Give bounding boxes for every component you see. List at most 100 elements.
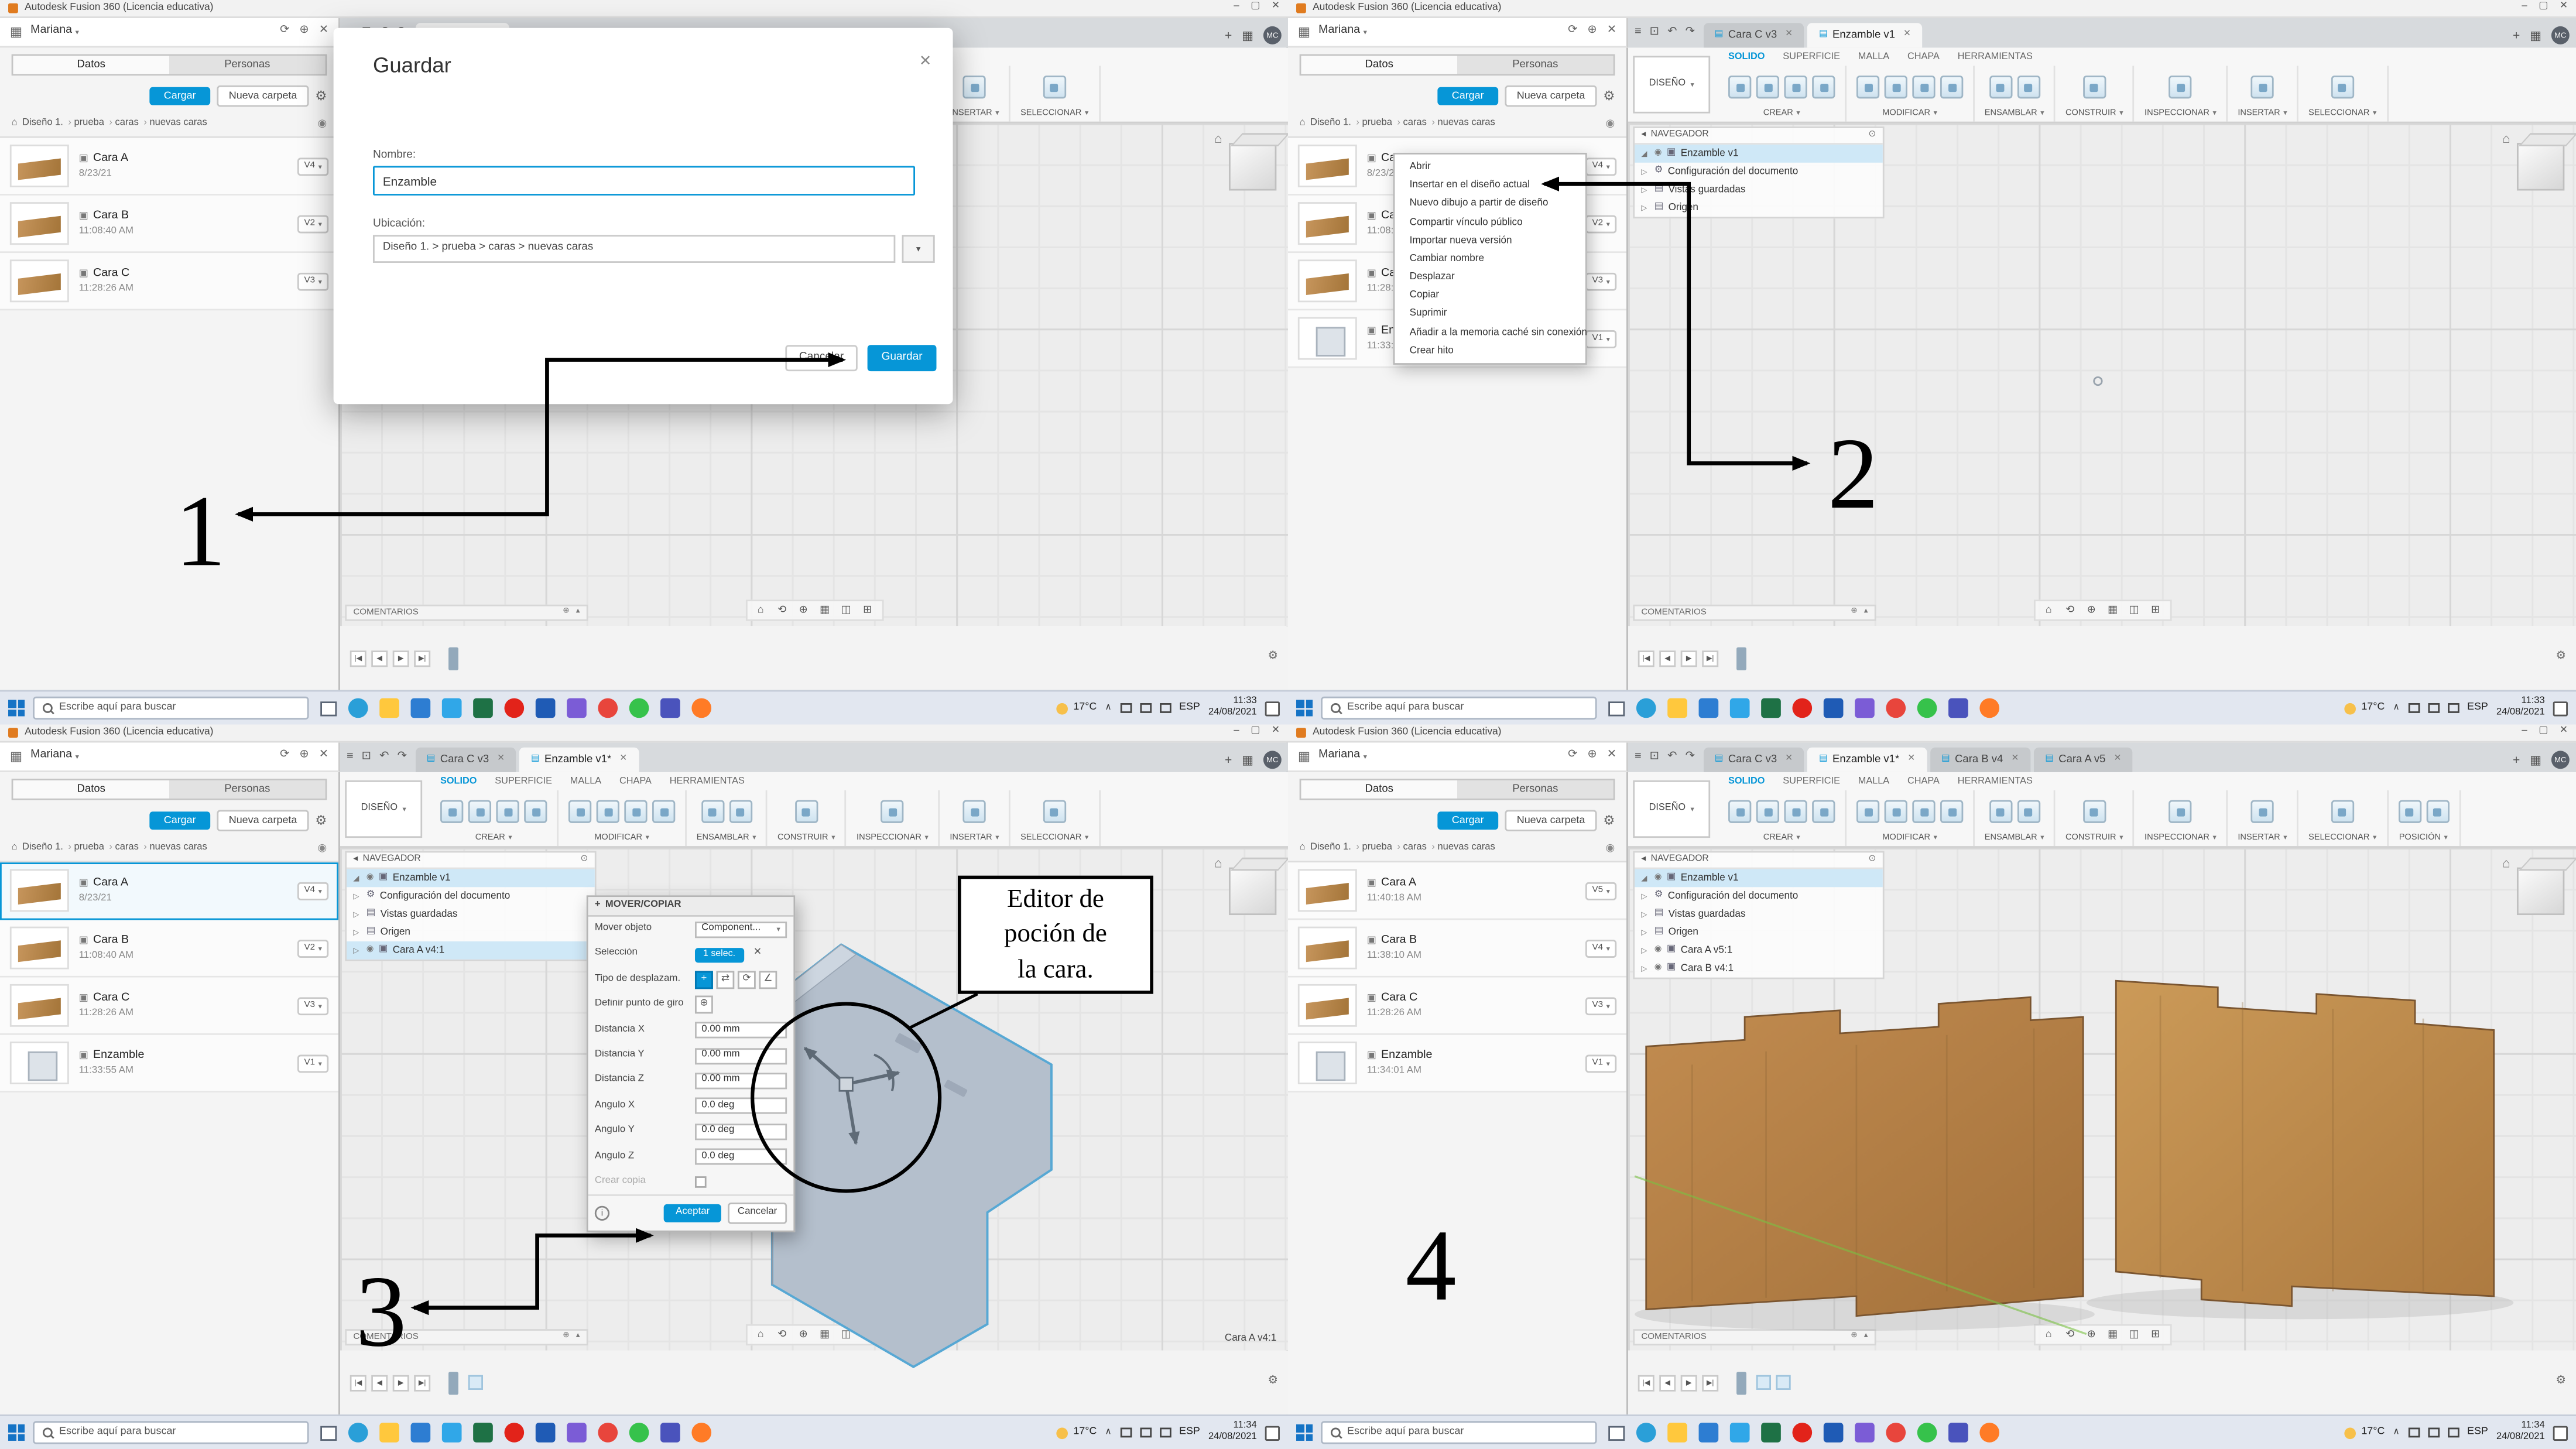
taskbar-app-icon[interactable] xyxy=(1979,1423,1999,1443)
playback-button[interactable]: ▶ xyxy=(393,1374,409,1390)
tool-group-label[interactable]: INSERTAR▾ xyxy=(2238,833,2287,844)
ribbon-tab[interactable]: SUPERFICIE xyxy=(1783,53,1840,64)
tool-group-label[interactable]: INSERTAR▾ xyxy=(2238,108,2287,120)
value-input[interactable]: 0.0 deg xyxy=(695,1149,787,1165)
user-menu[interactable]: Mariana ▾ xyxy=(30,749,79,763)
tool-icon[interactable] xyxy=(597,801,619,824)
search-icon[interactable]: ⊕ xyxy=(1587,749,1597,763)
comment-add-icon[interactable]: ⊕ xyxy=(563,1332,569,1342)
tool-icon[interactable] xyxy=(701,801,724,824)
minimize-button[interactable]: – xyxy=(1234,727,1239,738)
visibility-eye-icon[interactable]: ◉ xyxy=(1654,946,1662,955)
navigator-row[interactable]: ▷ ▤ Vistas guardadas xyxy=(1635,905,1883,923)
tool-icon[interactable] xyxy=(1885,76,1907,99)
tool-icon[interactable] xyxy=(2083,801,2106,824)
tool-icon[interactable] xyxy=(1756,76,1779,99)
timeline-marker[interactable] xyxy=(448,646,458,669)
close-button[interactable]: ✕ xyxy=(2560,727,2568,738)
ribbon-tab[interactable]: SUPERFICIE xyxy=(1783,777,1840,789)
taskbar-clock[interactable]: 11:33 24/08/2021 xyxy=(1208,697,1257,719)
value-input[interactable]: 0.00 mm xyxy=(695,1047,787,1064)
comments-bar[interactable]: COMENTARIOS ⊕ ▴ xyxy=(1633,1329,1876,1345)
taskbar-app-icon[interactable] xyxy=(1699,1423,1719,1443)
playback-button[interactable]: ▶ xyxy=(393,650,409,666)
expand-caret-icon[interactable]: ▷ xyxy=(1641,203,1649,212)
taskbar-app-icon[interactable] xyxy=(1855,1423,1875,1443)
save-button[interactable]: Guardar xyxy=(868,345,937,371)
playback-button[interactable]: ▶ xyxy=(1681,1374,1697,1390)
taskbar-app-icon[interactable] xyxy=(348,698,368,718)
tool-icon[interactable] xyxy=(1728,76,1751,99)
tab-close-icon[interactable]: ✕ xyxy=(1785,755,1793,766)
navigator-row[interactable]: ◢ ◉ ▣ Enzamble v1 xyxy=(1635,869,1883,887)
tool-group-label[interactable]: CONSTRUIR▾ xyxy=(2065,833,2123,844)
tool-icon[interactable] xyxy=(963,76,986,99)
tool-icon[interactable] xyxy=(2017,76,2040,99)
tray-chevron-icon[interactable]: ∧ xyxy=(2393,703,2400,714)
move-type-icon[interactable]: ⟳ xyxy=(738,971,756,989)
tool-group-label[interactable]: ENSAMBLAR▾ xyxy=(1985,833,2044,844)
settings-gear-icon[interactable]: ⚙ xyxy=(315,813,327,828)
datapanel-tab[interactable]: Personas xyxy=(1457,780,1614,799)
user-menu[interactable]: Mariana ▾ xyxy=(30,25,79,39)
document-tab[interactable]: ▤ Enzamble v1 ✕ xyxy=(1807,23,1922,47)
datapanel-tab[interactable]: Datos xyxy=(13,56,169,74)
tool-group-label[interactable]: INSERTAR▾ xyxy=(950,108,999,120)
taskbar-search[interactable]: Escribe aquí para buscar xyxy=(1321,697,1597,720)
undo-icon[interactable]: ↶ xyxy=(1667,751,1677,765)
tab-close-icon[interactable]: ✕ xyxy=(1907,755,1915,766)
taskbar-search[interactable]: Escribe aquí para buscar xyxy=(33,697,309,720)
ribbon-tab[interactable]: SOLIDO xyxy=(1728,53,1765,64)
close-datapanel-icon[interactable]: ✕ xyxy=(1607,25,1616,39)
navigator-settings-icon[interactable]: ⊙ xyxy=(1868,130,1876,141)
waffle-menu-icon[interactable]: ▦ xyxy=(10,24,22,40)
navigator-row[interactable]: ▷ ⚙ Configuración del documento xyxy=(1635,163,1883,181)
tool-icon[interactable] xyxy=(1989,801,2012,824)
navigator-row[interactable]: ▷ ◉ ▣ Cara B v4:1 xyxy=(1635,960,1883,978)
sync-icon[interactable]: ⟳ xyxy=(1568,749,1577,763)
workspace-selector[interactable]: DISEÑO▾ xyxy=(1633,56,1710,113)
version-badge[interactable]: V2▾ xyxy=(297,940,328,957)
view-control-icon[interactable]: ◫ xyxy=(2125,1327,2143,1342)
expand-comments-icon[interactable]: ▴ xyxy=(576,608,580,618)
notification-center-icon[interactable] xyxy=(2553,1425,2568,1440)
tool-group-label[interactable]: CREAR▾ xyxy=(475,833,512,844)
view-control-icon[interactable]: ⟲ xyxy=(773,603,791,618)
view-control-icon[interactable]: ◫ xyxy=(2125,603,2143,618)
minimize-button[interactable]: – xyxy=(2522,727,2527,738)
notification-center-icon[interactable] xyxy=(2553,701,2568,715)
collapse-navigator-icon[interactable]: ◂ xyxy=(353,855,358,866)
task-view-icon[interactable] xyxy=(1608,701,1625,715)
context-menu-item[interactable]: Abrir xyxy=(1395,157,1585,176)
expand-caret-icon[interactable]: ▷ xyxy=(1641,928,1649,937)
set-pivot-icon[interactable]: ⊕ xyxy=(695,996,713,1015)
playback-button[interactable]: ◀ xyxy=(1659,1374,1676,1390)
close-button[interactable]: ✕ xyxy=(1272,2,1280,14)
new-folder-button[interactable]: Nueva carpeta xyxy=(217,85,309,107)
ribbon-tab[interactable]: MALLA xyxy=(1858,53,1889,64)
taskbar-app-icon[interactable] xyxy=(348,1423,368,1443)
task-view-icon[interactable] xyxy=(320,1425,337,1440)
datapanel-tab[interactable]: Datos xyxy=(1301,780,1457,799)
datapanel-tab[interactable]: Personas xyxy=(169,780,326,799)
taskbar-app-icon[interactable] xyxy=(1824,1423,1844,1443)
tool-icon[interactable] xyxy=(881,801,904,824)
tray-network-icon[interactable] xyxy=(2428,703,2440,713)
tool-group-label[interactable]: INSPECCIONAR▾ xyxy=(2145,833,2217,844)
breadcrumb-item[interactable]: nuevas caras xyxy=(1431,118,1495,130)
settings-gear-icon[interactable]: ⚙ xyxy=(1603,88,1615,104)
upload-button[interactable]: Cargar xyxy=(149,86,211,105)
breadcrumb-item[interactable]: caras xyxy=(109,843,139,855)
view-cube[interactable]: ⌂ xyxy=(1214,131,1276,190)
home-view-icon[interactable]: ⌂ xyxy=(2502,856,2510,872)
move-type-icon[interactable]: + xyxy=(695,971,713,989)
taskbar-app-icon[interactable] xyxy=(473,1423,493,1443)
taskbar-clock[interactable]: 11:34 24/08/2021 xyxy=(2496,1421,2545,1444)
tool-group-label[interactable]: INSERTAR▾ xyxy=(950,833,999,844)
taskbar-app-icon[interactable] xyxy=(411,698,431,718)
data-item[interactable]: ▣ Enzamble 11:33:55 AM V1▾ xyxy=(0,1036,338,1093)
tool-group-label[interactable]: MODIFICAR▾ xyxy=(1882,833,1937,844)
version-badge[interactable]: V4▾ xyxy=(297,883,328,900)
context-menu-item[interactable]: Cambiar nombre xyxy=(1395,249,1585,268)
close-icon[interactable]: ✕ xyxy=(919,53,931,70)
